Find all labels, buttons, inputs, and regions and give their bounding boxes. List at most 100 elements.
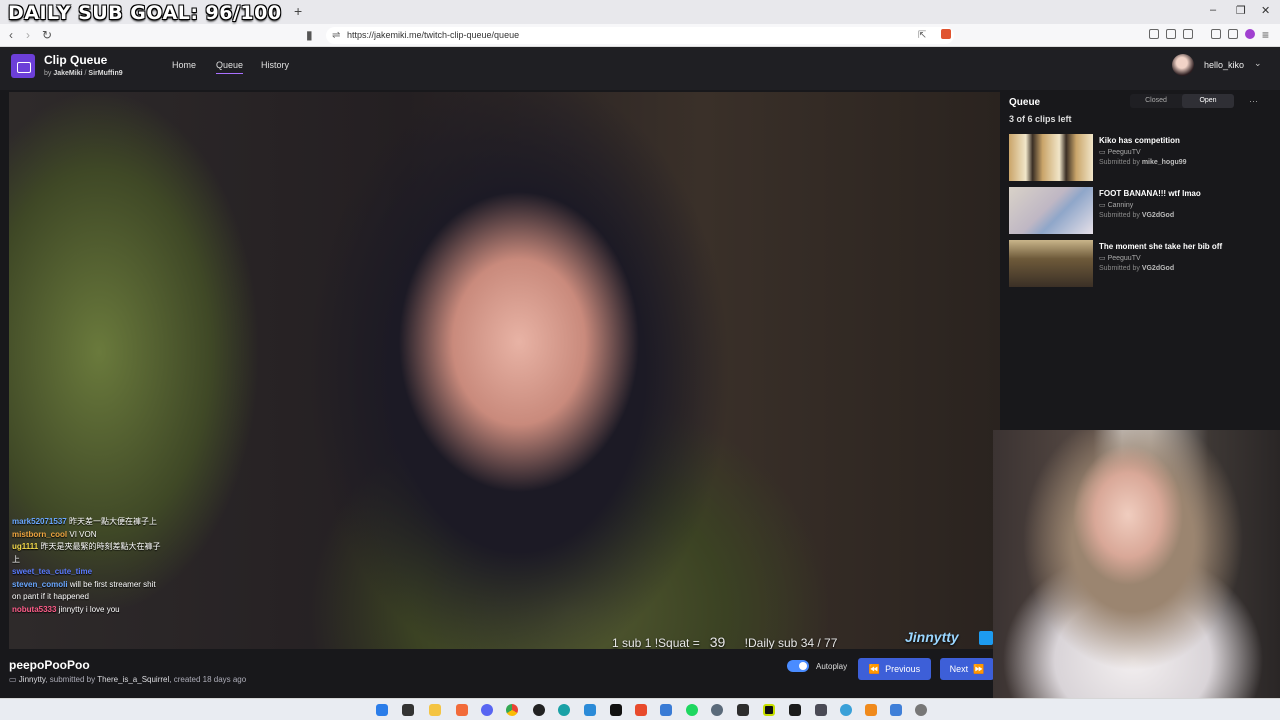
cmd-icon[interactable] <box>789 704 801 716</box>
clip-thumbnail[interactable] <box>1009 187 1093 234</box>
channel-icon: ▭ <box>9 675 17 684</box>
windows-start-icon[interactable] <box>376 704 388 716</box>
globe-icon[interactable] <box>840 704 852 716</box>
obs-icon[interactable] <box>533 704 545 716</box>
previous-button[interactable]: ⏪ Previous <box>858 658 931 680</box>
chat-user: ug1111 <box>12 542 39 551</box>
menu-icon[interactable]: ≡ <box>1262 28 1269 42</box>
site-settings-icon[interactable]: ⇌ <box>332 30 340 41</box>
submitter-name: VG2dGod <box>1141 212 1175 219</box>
daily-sub-label: !Daily sub <box>744 636 798 649</box>
photos-icon[interactable] <box>890 704 902 716</box>
sub-goal-overlay: DAILY SUB GOAL: 96/100 <box>8 2 282 24</box>
gpu-icon[interactable] <box>763 704 775 716</box>
chat-line: sweet_tea_cute_time <box>12 566 162 579</box>
discord-icon[interactable] <box>481 704 493 716</box>
toggle-open[interactable]: Open <box>1182 94 1234 108</box>
spotify-icon[interactable] <box>686 704 698 716</box>
back-icon[interactable]: ‹ <box>9 28 13 42</box>
autoplay-label: Autoplay <box>816 662 848 671</box>
twitter-icon <box>979 631 993 645</box>
profile-icon[interactable] <box>1245 29 1255 39</box>
brave-shield-icon[interactable] <box>941 29 951 39</box>
avatar[interactable] <box>1172 54 1194 76</box>
sidebar-icon[interactable] <box>1183 29 1193 39</box>
stream-stats-overlay: 1 sub 1 !Squat = 39 !Daily sub 34 / 77 <box>612 634 837 649</box>
new-tab-icon[interactable]: + <box>294 3 302 19</box>
chat-line: mark52071537 昨天差一點大便在褲子上 <box>12 516 162 529</box>
submitted-by-label: , submitted by <box>45 675 96 684</box>
taskbar <box>0 698 1280 720</box>
submitted-label: Submitted by <box>1099 265 1140 272</box>
queue-item-title: The moment she take her bib off <box>1099 242 1223 251</box>
author-jakemiki[interactable]: JakeMiki <box>53 70 82 77</box>
music-icon[interactable] <box>1211 29 1221 39</box>
clip-thumbnail[interactable] <box>1009 240 1093 287</box>
rewind-icon: ⏪ <box>868 663 881 674</box>
nav-home[interactable]: Home <box>172 60 196 70</box>
chat-user: nobuta5333 <box>12 604 57 614</box>
chat-message: jinnytty i love you <box>58 604 120 614</box>
edge-icon[interactable] <box>558 704 570 716</box>
close-window-icon[interactable]: ✕ <box>1261 4 1270 17</box>
minimize-icon[interactable]: – <box>1210 4 1216 16</box>
chrome-icon[interactable] <box>506 704 518 716</box>
queue-item[interactable]: Kiko has competition ▭ PeeguuTV Submitte… <box>1009 134 1269 182</box>
channel-icon: ▭ <box>1099 149 1108 156</box>
queue-item-submitter: Submitted by VG2dGod <box>1099 212 1174 219</box>
task-view-icon[interactable] <box>402 704 414 716</box>
forward-icon[interactable]: › <box>26 28 30 42</box>
author-sirmuffin[interactable]: SirMuffin9 <box>88 70 122 77</box>
queue-item-title: FOOT BANANA!!! wtf lmao <box>1099 189 1201 198</box>
username[interactable]: hello_kiko <box>1204 60 1244 70</box>
app-logo-icon <box>11 54 35 78</box>
file-explorer-icon[interactable] <box>429 704 441 716</box>
nav-history[interactable]: History <box>261 60 289 70</box>
brave-red-icon[interactable] <box>635 704 647 716</box>
submitter-name: VG2dGod <box>1141 265 1175 272</box>
more-options-icon[interactable]: ··· <box>1249 96 1258 106</box>
share-icon[interactable]: ⇱ <box>918 30 926 41</box>
notes-icon[interactable] <box>660 704 672 716</box>
next-label: Next <box>949 664 969 674</box>
terminal-icon[interactable] <box>737 704 749 716</box>
submitted-label: Submitted by <box>1099 212 1140 219</box>
toggle-closed[interactable]: Closed <box>1130 94 1182 108</box>
daily-sub-value: 34 / 77 <box>800 636 838 649</box>
bookmark-icon[interactable]: ▮ <box>306 28 313 42</box>
channel-icon: ▭ <box>1099 202 1108 209</box>
chat-overlay: mark52071537 昨天差一點大便在褲子上 mistborn_cool V… <box>12 516 162 616</box>
clip-thumbnail[interactable] <box>1009 134 1093 181</box>
capcut-icon[interactable] <box>610 704 622 716</box>
maximize-icon[interactable]: ❐ <box>1236 4 1246 17</box>
chat-user: mark52071537 <box>12 517 67 526</box>
tabs-icon[interactable] <box>1228 29 1238 39</box>
channel-name: PeeguuTV <box>1107 149 1141 156</box>
nav-queue[interactable]: Queue <box>216 60 244 74</box>
brave-browser-icon[interactable] <box>456 704 468 716</box>
app-title: Clip Queue <box>44 53 108 67</box>
channel-name: PeeguuTV <box>1107 255 1141 262</box>
reload-icon[interactable]: ↻ <box>42 28 52 42</box>
browser-nav-bar: ‹ › ↻ ▮ ⇌ https://jakemiki.me/twitch-cli… <box>0 24 1280 47</box>
puzzle-icon[interactable] <box>1166 29 1176 39</box>
autoplay-toggle[interactable] <box>787 660 809 672</box>
queue-item[interactable]: FOOT BANANA!!! wtf lmao ▭ Canniny Submit… <box>1009 187 1269 235</box>
queue-item[interactable]: The moment she take her bib off ▭ Peeguu… <box>1009 240 1269 288</box>
chevron-down-icon[interactable]: ⌄ <box>1254 58 1262 69</box>
steam-icon[interactable] <box>711 704 723 716</box>
url-text[interactable]: https://jakemiki.me/twitch-clip-queue/qu… <box>347 30 519 40</box>
channel-name: Canniny <box>1107 202 1134 209</box>
clip-channel[interactable]: Jinnytty <box>19 675 46 684</box>
extension-icon[interactable] <box>1149 29 1159 39</box>
vlc-icon[interactable] <box>865 704 877 716</box>
calculator-icon[interactable] <box>815 704 827 716</box>
settings-icon[interactable] <box>915 704 927 716</box>
queue-count: 3 of 6 clips left <box>1009 114 1072 124</box>
app-icon[interactable] <box>584 704 596 716</box>
chat-user: steven_comoli <box>12 579 68 589</box>
next-button[interactable]: Next ⏩ <box>940 658 994 680</box>
previous-label: Previous <box>885 664 921 674</box>
address-bar[interactable]: ⇌ https://jakemiki.me/twitch-clip-queue/… <box>326 27 954 44</box>
chat-line: mistborn_cool VI VON <box>12 529 162 542</box>
